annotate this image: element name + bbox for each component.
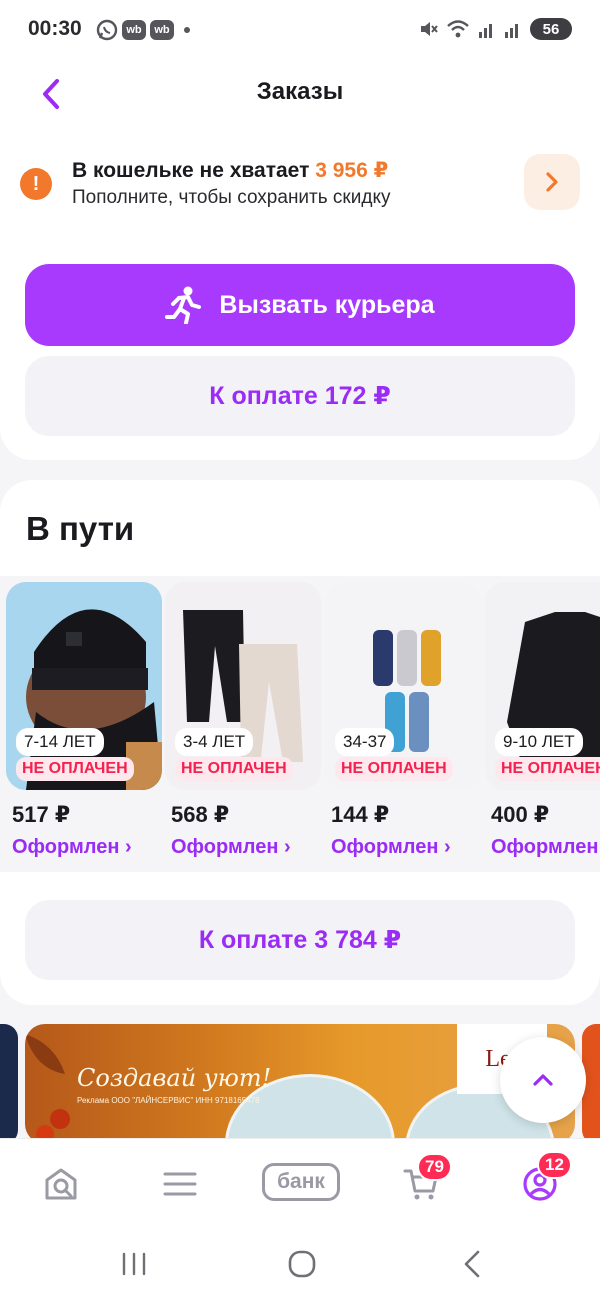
signal-icon [479,24,492,38]
product-price: 144 ₽ [331,802,390,827]
back-system-button[interactable] [452,1244,492,1284]
home-search-icon [45,1168,77,1200]
orders-summary-card: Заказы ! В кошельке не хватает 3 956 ₽ П… [0,60,600,460]
warning-icon: ! [20,168,52,200]
product-image: 7-14 ЛЕТ НЕ ОПЛАЧЕН [6,582,162,790]
wifi-icon [447,20,469,38]
call-courier-button[interactable]: Вызвать курьера [25,264,575,346]
product-card[interactable]: 34-37 НЕ ОПЛАЧЕН 144 ₽ Оформлен › [325,582,481,859]
system-navigation-bar [0,1228,600,1299]
status-badge: НЕ ОПЛАЧЕН [175,757,293,781]
product-image: 9-10 ЛЕТ НЕ ОПЛАЧЕН [485,582,600,790]
banner-ad-disclaimer: Реклама ООО "ЛАЙНСЕРВИС" ИНН 9718165478 [77,1096,260,1105]
product-card[interactable]: 9-10 ЛЕТ НЕ ОПЛАЧЕН 400 ₽ Оформлен › [485,582,600,859]
product-image: 34-37 НЕ ОПЛАЧЕН [325,582,481,790]
system-icons: 56 [418,18,572,40]
page-title: Заказы [256,78,344,105]
leaves-decoration [25,1034,70,1138]
chevron-up-icon [533,1074,553,1086]
more-notifications-icon [184,27,190,33]
home-circle-icon [288,1250,316,1278]
pay-button[interactable]: К оплате 3 784 ₽ [25,900,575,980]
size-badge: 3-4 ЛЕТ [175,728,254,756]
tab-home[interactable] [36,1159,86,1209]
battery-indicator: 56 [530,18,572,40]
product-card[interactable]: 3-4 ЛЕТ НЕ ОПЛАЧЕН 568 ₽ Оформлен › [165,582,321,859]
order-state-link[interactable]: Оформлен › [171,836,321,859]
product-carousel[interactable]: 7-14 ЛЕТ НЕ ОПЛАЧЕН 517 ₽ Оформлен › 3-4… [0,576,600,872]
product-price: 517 ₽ [12,802,71,827]
status-badge: НЕ ОПЛАЧЕН [335,757,453,781]
back-arrow-icon [464,1250,480,1278]
tab-catalog[interactable] [155,1159,205,1209]
wallet-warning[interactable]: ! В кошельке не хватает 3 956 ₽ Пополнит… [20,154,580,214]
status-time: 00:30 [28,17,82,40]
menu-icon [163,1172,197,1196]
wallet-topup-button[interactable] [524,154,580,210]
product-price: 400 ₽ [491,802,550,827]
wallet-amount: 3 956 ₽ [315,159,389,182]
call-courier-label: Вызвать курьера [219,290,435,319]
notification-icons: wb wb [96,19,190,41]
wb-app-icon: wb [150,20,174,40]
product-card[interactable]: 7-14 ЛЕТ НЕ ОПЛАЧЕН 517 ₽ Оформлен › [6,582,162,859]
running-man-icon [165,286,202,324]
tab-bank[interactable]: банк [262,1163,340,1201]
profile-count-badge: 12 [537,1151,572,1179]
status-badge: НЕ ОПЛАЧЕН [16,757,134,781]
pay-button-label: К оплате 3 784 ₽ [198,926,402,954]
pay-button[interactable]: К оплате 172 ₽ [25,356,575,436]
status-bar: 00:30 wb wb 56 [0,0,600,60]
size-badge: 9-10 ЛЕТ [495,728,583,756]
recent-apps-icon [122,1252,146,1276]
whatsapp-icon [96,19,118,41]
status-badge: НЕ ОПЛАЧЕН [495,757,600,781]
ad-banner-prev[interactable] [0,1024,18,1138]
size-badge: 34-37 [335,728,395,756]
banner-headline: Создавай уют! [77,1064,272,1092]
size-badge: 7-14 ЛЕТ [16,728,104,756]
chevron-right-icon [546,172,558,192]
wb-app-icon: wb [122,20,146,40]
ad-banner[interactable]: Создавай уют! Реклама ООО "ЛАЙНСЕРВИС" И… [25,1024,575,1138]
order-state-link[interactable]: Оформлен › [12,836,162,859]
scroll-top-button[interactable] [500,1037,586,1123]
wallet-subtitle: Пополните, чтобы сохранить скидку [72,187,391,208]
cart-count-badge: 79 [417,1153,452,1181]
wallet-title: В кошельке не хватает 3 956 ₽ [72,158,388,183]
signal-icon [505,24,518,38]
pay-button-label: К оплате 172 ₽ [209,382,391,410]
product-price: 568 ₽ [171,802,230,827]
order-state-link[interactable]: Оформлен › [331,836,481,859]
wallet-title-text: В кошельке не хватает [72,159,316,182]
in-transit-section: В пути 7-14 ЛЕТ НЕ ОПЛАЧЕН 517 ₽ Оформле… [0,480,600,1005]
tab-bank-label: банк [277,1170,325,1193]
section-title: В пути [26,510,135,547]
mute-icon [421,22,438,36]
order-state-link[interactable]: Оформлен › [491,836,600,859]
home-button[interactable] [282,1244,322,1284]
bottom-tab-bar: банк 79 12 [0,1138,600,1228]
recent-apps-button[interactable] [114,1244,154,1284]
product-image: 3-4 ЛЕТ НЕ ОПЛАЧЕН [165,582,321,790]
